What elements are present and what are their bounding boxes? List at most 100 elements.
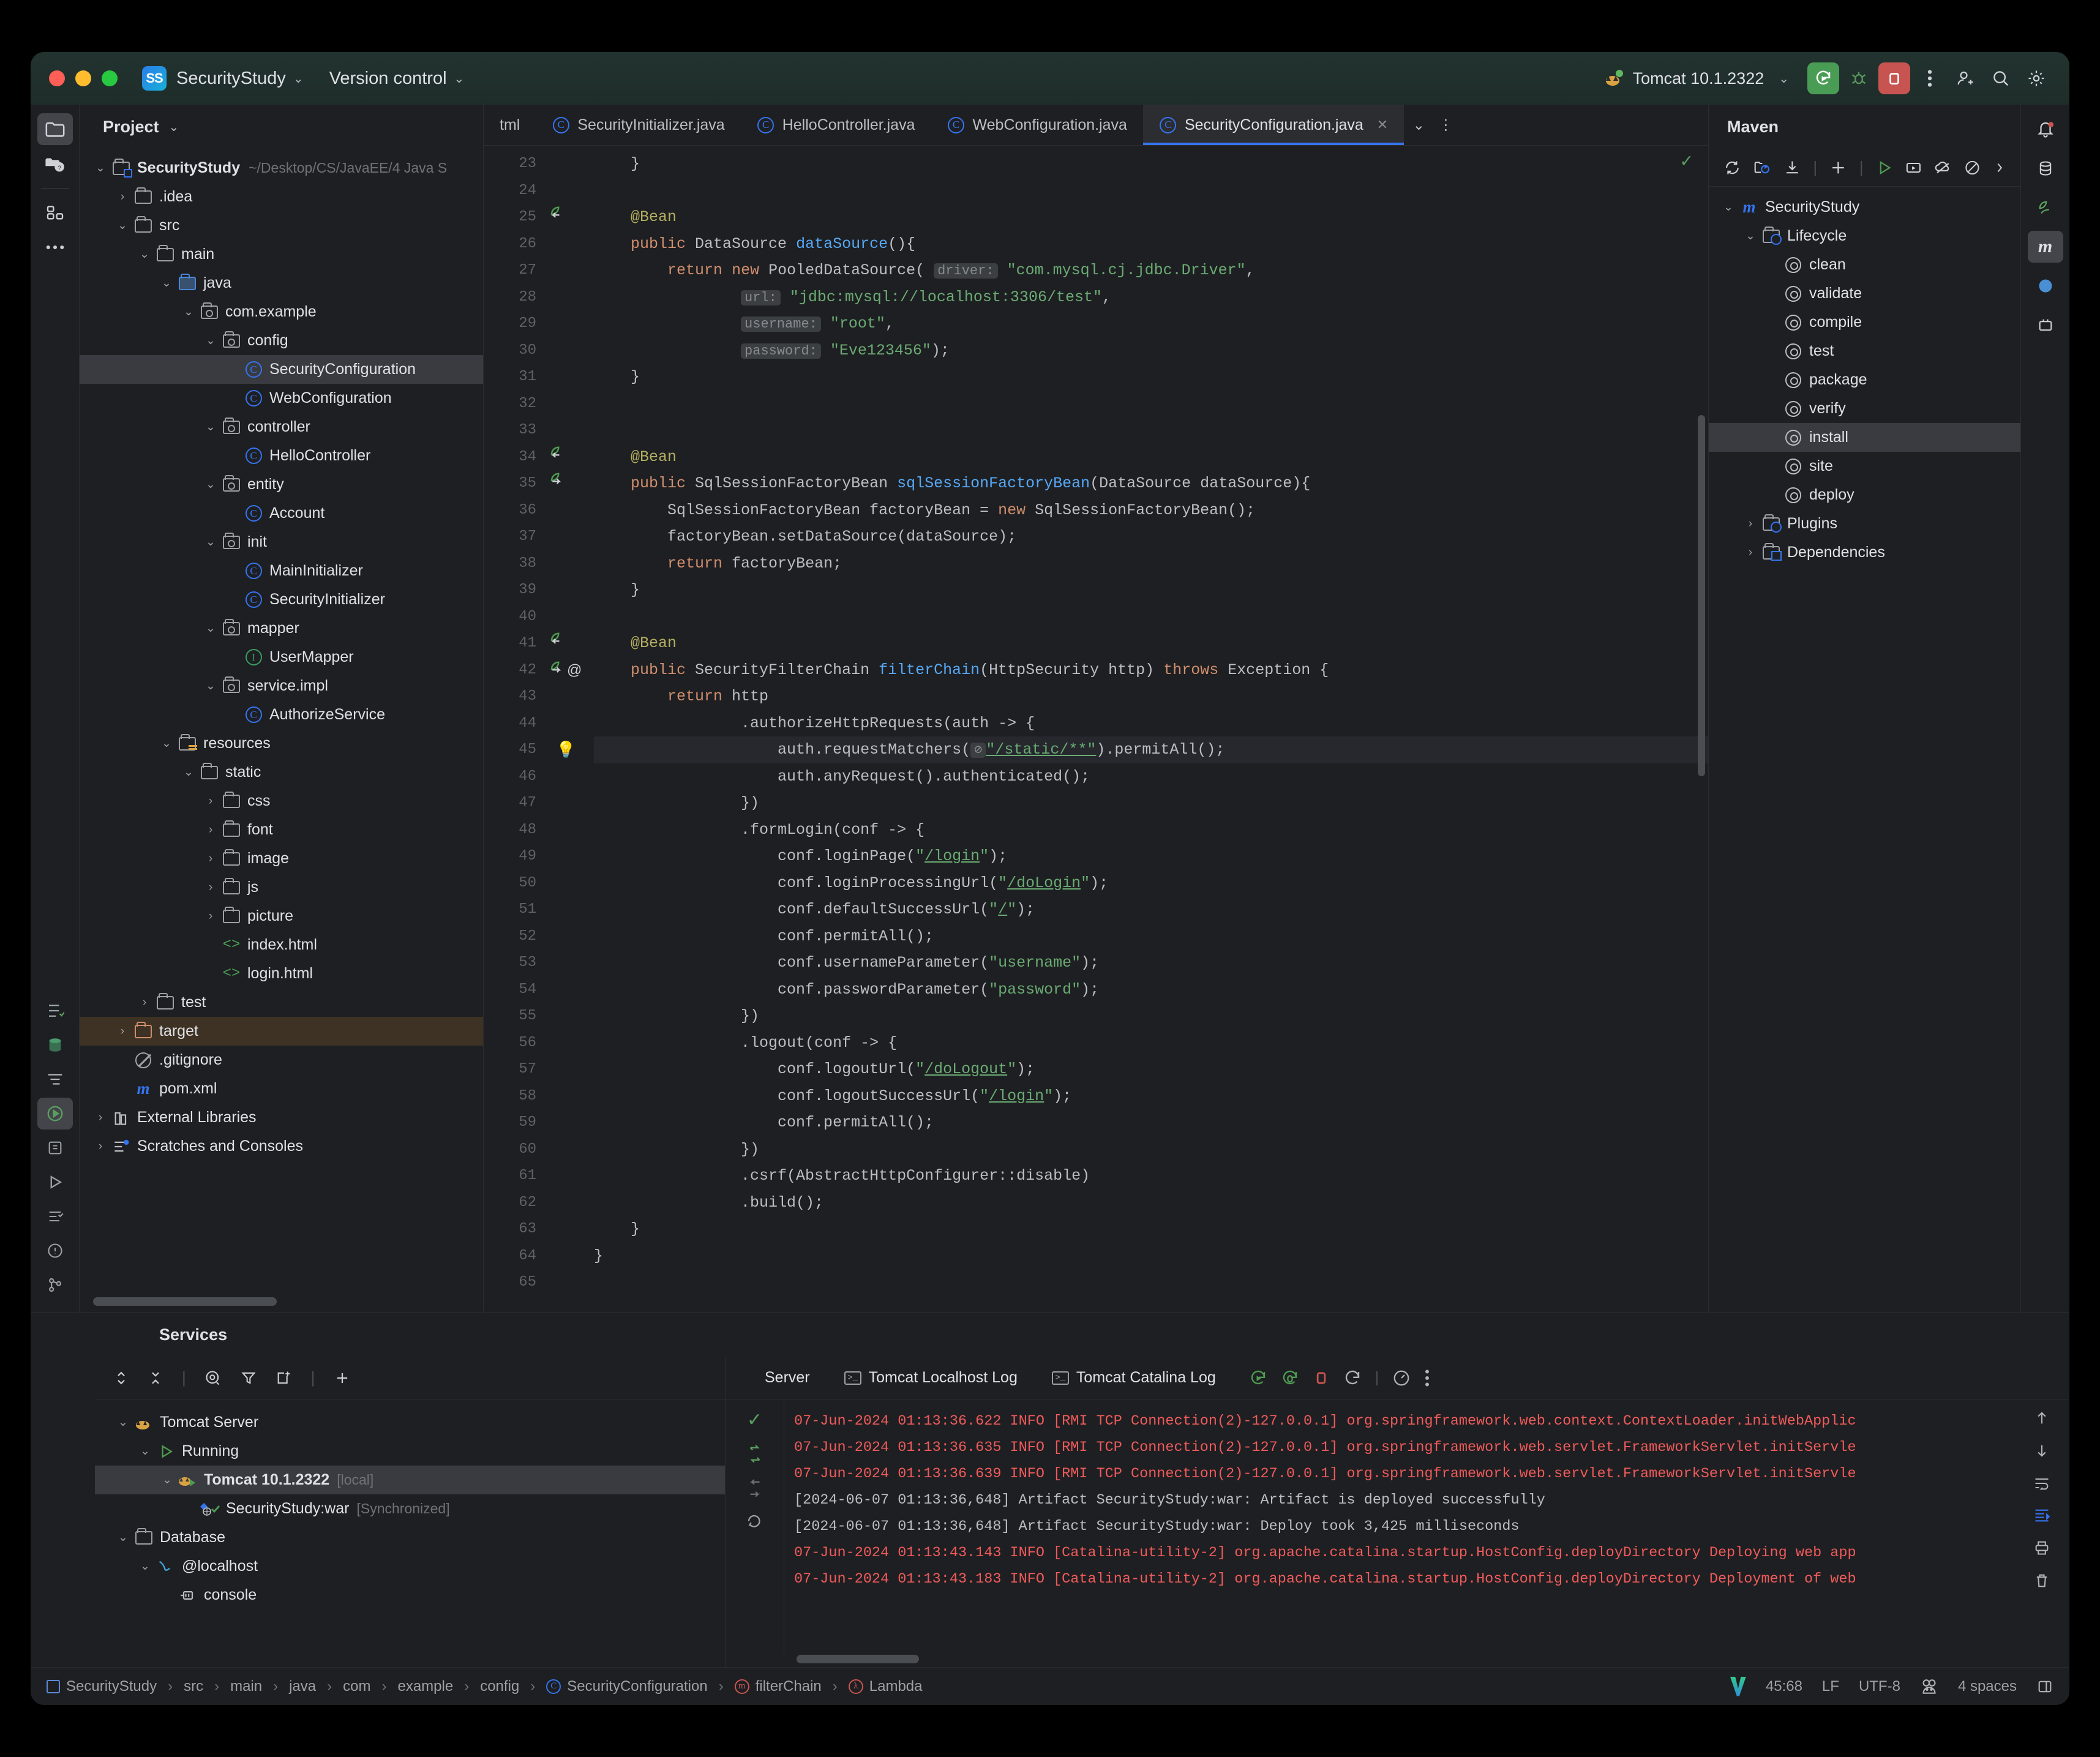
project-selector[interactable]: SS SecurityStudy ⌄ xyxy=(142,66,307,91)
tree-row[interactable]: ⌄ com.example xyxy=(80,298,483,326)
tree-row[interactable]: <> login.html xyxy=(80,959,483,988)
tree-row[interactable]: compile xyxy=(1709,308,2020,337)
breadcrumb-item[interactable]: λ Lambda xyxy=(848,1678,922,1695)
chevron-down-icon[interactable]: ⌄ xyxy=(135,247,154,261)
gutter-mark[interactable]: @ xyxy=(545,657,594,684)
reload-all-icon[interactable] xyxy=(1723,159,1741,176)
tree-row[interactable]: ⌄ java xyxy=(80,269,483,298)
tab-controls[interactable]: ⌄ ⋮ xyxy=(1404,105,1461,145)
tree-row[interactable]: m pom.xml xyxy=(80,1074,483,1103)
chevron-right-icon[interactable]: › xyxy=(91,1140,110,1153)
sidebar-item-run[interactable] xyxy=(37,1166,73,1198)
chevron-right-icon[interactable]: › xyxy=(113,190,132,204)
gutter-mark[interactable] xyxy=(545,444,594,471)
sidebar-item-commit[interactable]: ? xyxy=(37,148,73,179)
chevron-down-icon[interactable]: ⌄ xyxy=(135,1559,155,1573)
tree-row[interactable]: C SecurityConfiguration xyxy=(80,355,483,384)
tree-row[interactable]: ⌄ controller xyxy=(80,413,483,441)
chevron-down-icon[interactable]: ⌄ xyxy=(169,119,179,135)
tree-row[interactable]: ⌄ config xyxy=(80,326,483,355)
sidebar-item-todo[interactable] xyxy=(37,1201,73,1232)
editor-code-content[interactable]: } @Bean public DataSource dataSource(){ … xyxy=(594,146,1708,1312)
tree-row[interactable]: verify xyxy=(1709,394,2020,423)
chevron-down-icon[interactable]: ⌄ xyxy=(201,679,220,693)
breadcrumb-item[interactable]: main xyxy=(230,1678,262,1695)
version-control-menu[interactable]: Version control ⌄ xyxy=(329,69,468,89)
ai-assistant-icon[interactable] xyxy=(2028,270,2063,302)
tree-row[interactable]: test xyxy=(1709,337,2020,365)
chevron-down-icon[interactable]: ⌄ xyxy=(179,765,198,779)
tree-row[interactable]: site xyxy=(1709,452,2020,481)
chevron-down-icon[interactable]: ⌄ xyxy=(201,478,220,492)
rerun-icon[interactable] xyxy=(1249,1369,1267,1387)
sidebar-item-notifications[interactable] xyxy=(37,1235,73,1267)
tree-row[interactable]: › css xyxy=(80,787,483,815)
tree-row[interactable]: ⌄ static xyxy=(80,758,483,787)
tree-row[interactable]: › js xyxy=(80,873,483,902)
indent-setting[interactable]: 4 spaces xyxy=(1958,1678,2017,1695)
gutter-mark[interactable] xyxy=(545,470,594,497)
chevron-down-icon[interactable]: ⌄ xyxy=(157,736,176,751)
tree-row[interactable]: clean xyxy=(1709,250,2020,279)
tree-row[interactable]: ⌄ Database xyxy=(95,1523,725,1552)
services-console-tab[interactable]: Server xyxy=(748,1369,827,1387)
collapse-all-icon[interactable] xyxy=(148,1369,163,1387)
debug-button[interactable] xyxy=(1843,62,1875,94)
tree-row[interactable]: ⌄ mapper xyxy=(80,614,483,643)
stop-icon[interactable] xyxy=(1313,1369,1330,1387)
minimize-window-button[interactable] xyxy=(75,70,91,86)
sidebar-item-terminal[interactable] xyxy=(37,1063,73,1095)
tree-row[interactable]: SecurityStudy:war [Synchronized] xyxy=(95,1494,725,1523)
tree-row[interactable]: I UserMapper xyxy=(80,643,483,672)
reload-project-icon[interactable] xyxy=(1753,159,1771,176)
editor-tab-bar[interactable]: tml C SecurityInitializer.java C HelloContro… xyxy=(484,105,1708,145)
close-window-button[interactable] xyxy=(49,70,65,86)
sidebar-item-database[interactable] xyxy=(37,1029,73,1061)
services-console-tabs[interactable]: Server >_ Tomcat Localhost Log >_ Tomcat Cat… xyxy=(726,1357,2069,1399)
more-icon[interactable] xyxy=(1993,160,2006,176)
toggle-offline-icon[interactable] xyxy=(1934,159,1952,176)
gutter-mark[interactable] xyxy=(545,204,594,231)
chevron-down-icon[interactable]: ⌄ xyxy=(1412,116,1425,134)
console-horizontal-scrollbar[interactable] xyxy=(797,1655,919,1663)
chevron-down-icon[interactable]: ⌄ xyxy=(91,161,110,175)
maven-toolbar[interactable]: | | xyxy=(1709,149,2020,187)
sidebar-item-project[interactable] xyxy=(37,113,73,145)
plugins-icon[interactable] xyxy=(2028,309,2063,341)
sidebar-item-build[interactable] xyxy=(37,1132,73,1164)
tree-row[interactable]: › target xyxy=(80,1017,483,1046)
rerun-button[interactable] xyxy=(1807,62,1839,94)
sidebar-item-more[interactable] xyxy=(37,231,73,263)
chevron-right-icon[interactable]: › xyxy=(135,996,154,1010)
database-icon[interactable] xyxy=(2028,152,2063,184)
console-side-toolbar[interactable] xyxy=(2014,1399,2069,1655)
gutter-mark[interactable]: 💡 xyxy=(545,736,594,763)
sidebar-item-structure[interactable] xyxy=(37,197,73,229)
tree-row[interactable]: › External Libraries xyxy=(80,1103,483,1132)
chevron-down-icon[interactable]: ⌄ xyxy=(201,334,220,348)
services-toolbar[interactable]: | | xyxy=(95,1357,725,1399)
add-icon[interactable] xyxy=(334,1369,351,1387)
chevron-down-icon[interactable]: ⌄ xyxy=(179,305,198,319)
tree-row[interactable]: › font xyxy=(80,815,483,844)
tree-row[interactable]: C MainInitializer xyxy=(80,556,483,585)
project-panel-title[interactable]: Project ⌄ xyxy=(80,105,483,149)
expand-collapse-icon[interactable] xyxy=(113,1369,129,1387)
more-vertical-icon[interactable]: ⋮ xyxy=(1438,116,1453,134)
tree-row[interactable]: C Account xyxy=(80,499,483,528)
tree-row[interactable]: ⌄ main xyxy=(80,240,483,269)
chevron-right-icon[interactable]: › xyxy=(201,795,220,808)
bean-validation-icon[interactable] xyxy=(2028,192,2063,223)
chevron-right-icon[interactable]: › xyxy=(1741,546,1760,560)
print-icon[interactable] xyxy=(2033,1539,2050,1556)
tree-row[interactable]: ⌄ Tomcat Server xyxy=(95,1408,725,1437)
chevron-right-icon[interactable]: › xyxy=(91,1111,110,1125)
chevron-down-icon[interactable]: ⌄ xyxy=(201,535,220,549)
wrap-icon[interactable] xyxy=(2033,1475,2050,1491)
tree-row[interactable]: ⌄ SecurityStudy ~/Desktop/CS/JavaEE/4 Java… xyxy=(80,154,483,182)
notifications-icon[interactable] xyxy=(2028,113,2063,145)
tree-row[interactable]: ⌄ src xyxy=(80,211,483,240)
window-controls[interactable] xyxy=(49,70,118,86)
breadcrumb-item[interactable]: m filterChain xyxy=(734,1678,822,1695)
services-console-tab[interactable]: >_ Tomcat Localhost Log xyxy=(827,1369,1035,1387)
